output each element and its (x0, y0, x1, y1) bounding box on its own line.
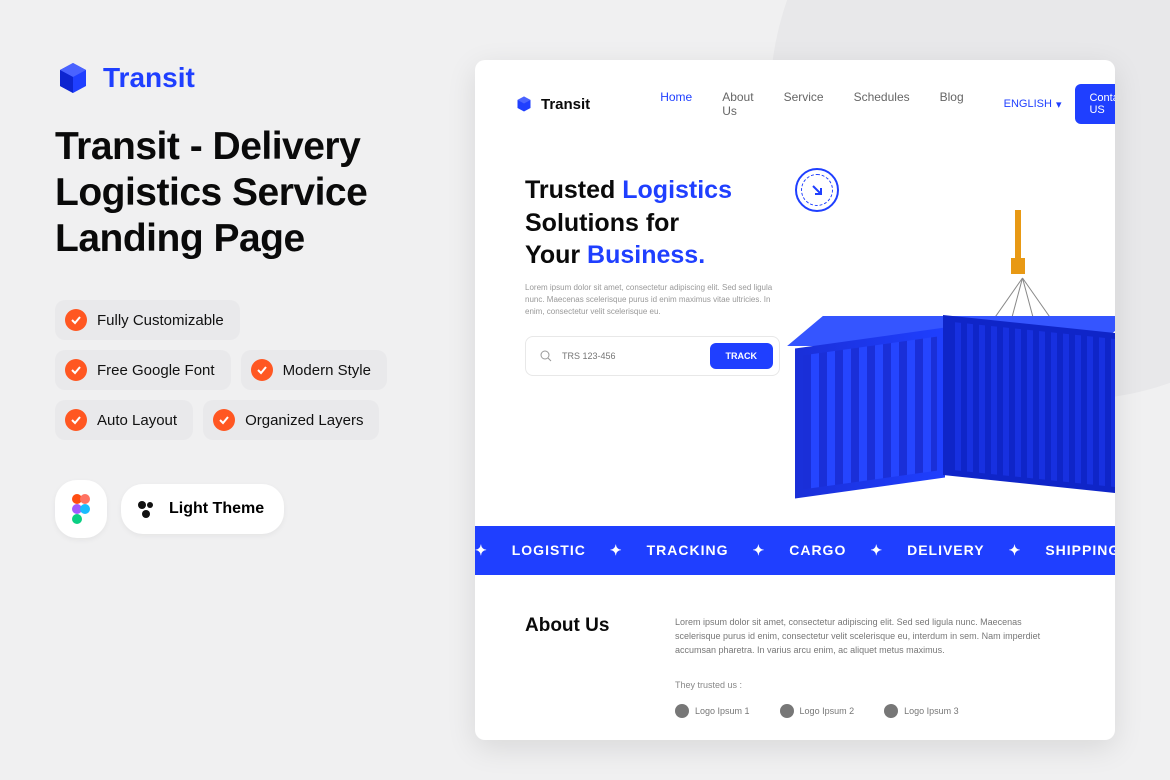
sparkle-icon: ✦ (610, 542, 623, 559)
nav-service[interactable]: Service (784, 90, 824, 118)
get-started-badge[interactable] (795, 168, 839, 212)
trusted-label: They trusted us : (675, 680, 1065, 690)
language-selector[interactable]: ENGLISH▾ (1004, 98, 1062, 111)
logo-icon (884, 704, 898, 718)
page-title: Transit - Delivery Logistics Service Lan… (55, 124, 425, 262)
preview-nav: Home About Us Service Schedules Blog (660, 90, 963, 118)
check-icon (251, 359, 273, 381)
brand-name: Transit (103, 62, 195, 94)
cube-icon (55, 60, 91, 96)
sparkle-icon: ✦ (475, 542, 488, 559)
sparkle-icon: ✦ (870, 542, 883, 559)
cube-icon (515, 95, 533, 113)
hero-description: Lorem ipsum dolor sit amet, consectetur … (525, 282, 785, 318)
theme-toggle[interactable]: Light Theme (121, 484, 284, 534)
check-icon (213, 409, 235, 431)
sparkle-icon: ✦ (1009, 542, 1022, 559)
client-logo: Logo Ipsum 3 (884, 704, 959, 718)
nav-about[interactable]: About Us (722, 90, 753, 118)
client-logos: Logo Ipsum 1 Logo Ipsum 2 Logo Ipsum 3 (675, 704, 1065, 718)
feature-chip: Modern Style (241, 350, 387, 390)
nav-home[interactable]: Home (660, 90, 692, 118)
track-button[interactable]: TRACK (710, 343, 774, 369)
about-title: About Us (525, 615, 625, 718)
tracking-search: TRACK (525, 336, 780, 376)
feature-chip: Fully Customizable (55, 300, 240, 340)
about-description: Lorem ipsum dolor sit amet, consectetur … (675, 615, 1065, 658)
preview-logo[interactable]: Transit (515, 95, 590, 113)
feature-chip: Organized Layers (203, 400, 379, 440)
check-icon (65, 309, 87, 331)
client-logo: Logo Ipsum 2 (780, 704, 855, 718)
preview-header: Transit Home About Us Service Schedules … (475, 60, 1115, 148)
crane-hook-icon (1011, 210, 1025, 280)
marquee-bar: ✦LOGISTIC ✦TRACKING ✦CARGO ✦DELIVERY ✦SH… (475, 526, 1115, 575)
logo-icon (675, 704, 689, 718)
feature-chip: Auto Layout (55, 400, 193, 440)
arrow-down-right-icon (810, 183, 824, 197)
features-list: Fully Customizable Free Google Font Mode… (55, 300, 425, 440)
tracking-input[interactable] (562, 351, 700, 361)
search-icon (540, 350, 552, 362)
sparkle-icon: ✦ (752, 542, 765, 559)
check-icon (65, 409, 87, 431)
contact-button[interactable]: Contact US (1075, 84, 1115, 124)
about-section: About Us Lorem ipsum dolor sit amet, con… (475, 575, 1115, 741)
preview-frame: Transit Home About Us Service Schedules … (475, 60, 1115, 740)
feature-chip: Free Google Font (55, 350, 231, 390)
chevron-down-icon: ▾ (1056, 98, 1062, 111)
client-logo: Logo Ipsum 1 (675, 704, 750, 718)
nav-schedules[interactable]: Schedules (854, 90, 910, 118)
logo-icon (780, 704, 794, 718)
palette-icon (135, 498, 157, 520)
brand: Transit (55, 60, 425, 96)
shipping-container-image (795, 298, 1115, 528)
figma-icon[interactable] (55, 480, 107, 538)
check-icon (65, 359, 87, 381)
hero-section: Trusted Logistics Solutions for Your Bus… (475, 148, 1115, 376)
nav-blog[interactable]: Blog (940, 90, 964, 118)
